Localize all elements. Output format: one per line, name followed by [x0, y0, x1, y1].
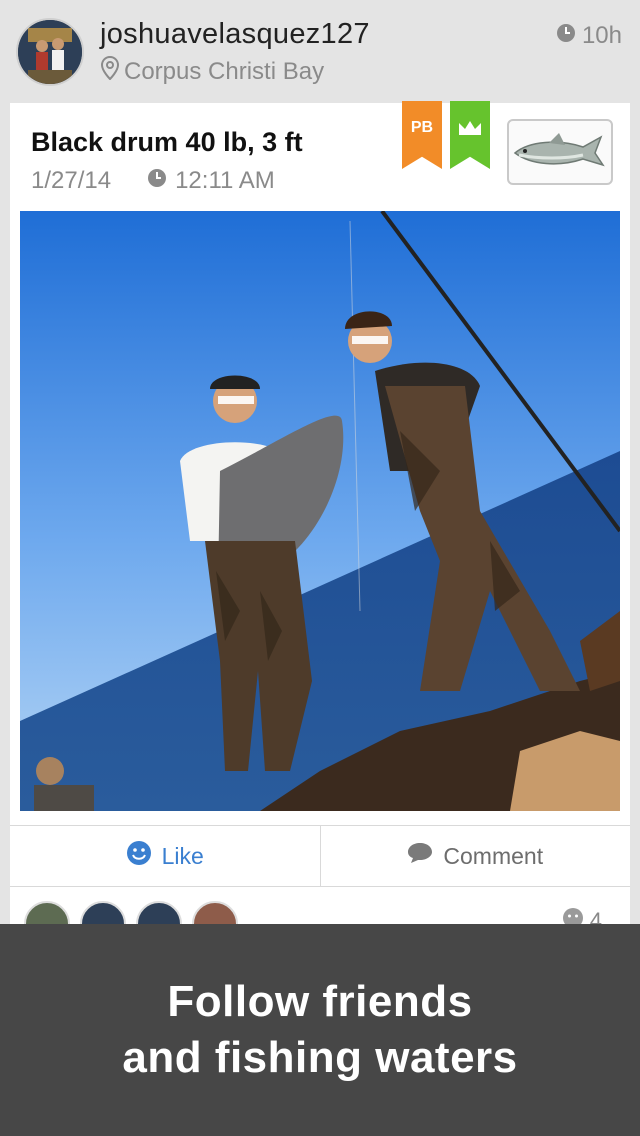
catch-meta: 1/27/14 12:11 AM [31, 167, 275, 195]
banner-line-1: Follow friends [167, 977, 473, 1026]
avatar-photo [18, 20, 82, 84]
catch-card: Black drum 40 lb, 3 ft 1/27/14 12:11 AM … [10, 101, 630, 933]
post-actions: Like Comment [10, 825, 630, 887]
username[interactable]: joshuavelasquez127 [100, 18, 370, 51]
post-location[interactable]: Corpus Christi Bay [100, 55, 325, 87]
catch-title: Black drum 40 lb, 3 ft [31, 127, 303, 157]
personal-best-badge: PB [402, 101, 442, 169]
clock-icon [147, 167, 167, 195]
time-ago: 10h [581, 22, 622, 49]
like-button[interactable]: Like [10, 826, 320, 886]
crown-icon [457, 119, 483, 142]
speech-bubble-icon [407, 841, 433, 871]
post-header: joshuavelasquez127 Corpus Christi Bay 10… [0, 0, 640, 100]
species-thumbnail[interactable] [507, 119, 613, 185]
comment-label: Comment [443, 842, 544, 869]
crown-badge [450, 101, 490, 169]
clock-icon [556, 22, 576, 50]
map-pin-icon [100, 55, 120, 87]
catch-photo[interactable] [20, 211, 620, 811]
like-label: Like [161, 842, 204, 869]
catch-photo-image [20, 211, 620, 811]
user-avatar[interactable] [16, 18, 84, 86]
promo-banner: Follow friends and fishing waters [0, 924, 640, 1136]
catch-time: 12:11 AM [175, 167, 275, 194]
banner-line-2: and fishing waters [122, 1033, 518, 1082]
post-time: 10h [556, 22, 622, 50]
comment-button[interactable]: Comment [319, 826, 631, 886]
fish-icon [513, 133, 605, 167]
catch-date: 1/27/14 [31, 167, 112, 194]
location-label: Corpus Christi Bay [124, 57, 325, 85]
smiley-icon [126, 840, 152, 872]
